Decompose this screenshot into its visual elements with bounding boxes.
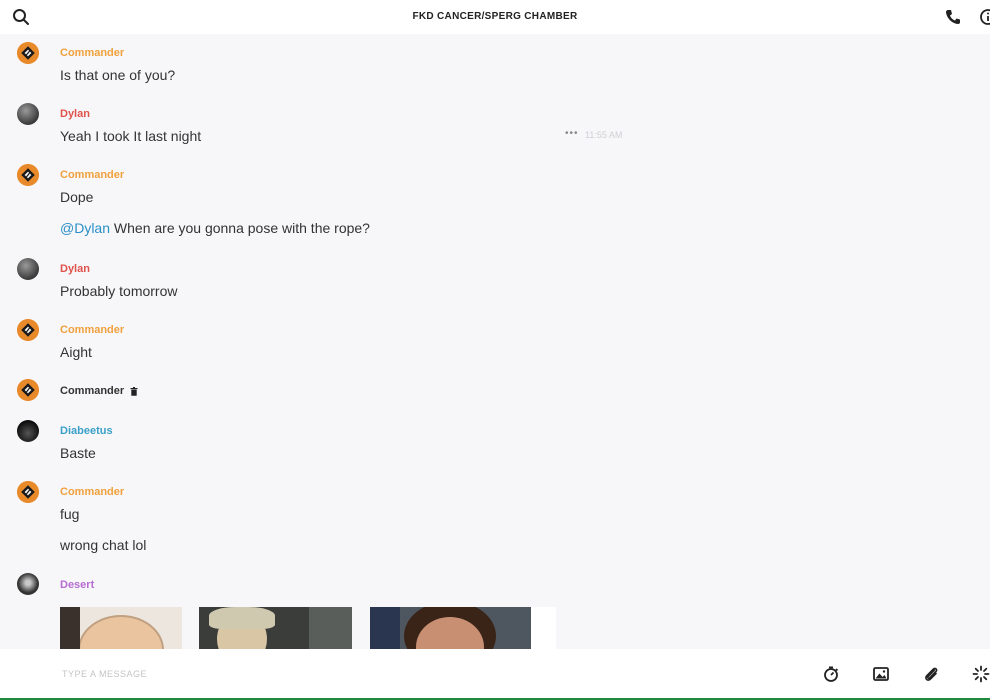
message-text: Yeah I took It last night	[60, 128, 202, 144]
avatar[interactable]	[17, 481, 39, 503]
message-text: fug	[60, 506, 80, 522]
mention-message-text: When are you gonna pose with the rope?	[110, 220, 370, 236]
message-text: wrong chat lol	[60, 537, 147, 553]
paperclip-icon[interactable]	[922, 665, 940, 683]
phone-icon[interactable]	[944, 8, 962, 26]
author-name[interactable]: Desert	[60, 579, 94, 591]
message-text: Aight	[60, 344, 92, 360]
image-icon[interactable]	[872, 665, 890, 683]
image-attachment[interactable]	[199, 607, 352, 649]
avatar[interactable]	[17, 379, 39, 401]
image-attachment[interactable]	[370, 607, 531, 649]
message-input[interactable]	[62, 663, 762, 685]
message-text: Is that one of you?	[60, 67, 176, 83]
message-composer	[0, 649, 990, 698]
user-mention[interactable]: @Dylan	[60, 220, 110, 236]
author-name[interactable]: Dylan	[60, 108, 90, 120]
image-attachment-edge	[531, 607, 556, 649]
timer-icon[interactable]	[822, 665, 840, 683]
message-more-button[interactable]: •••	[565, 128, 579, 139]
avatar[interactable]	[17, 42, 39, 64]
trash-icon	[130, 387, 138, 396]
author-name[interactable]: Dylan	[60, 263, 90, 275]
message-text: Dope	[60, 189, 94, 205]
avatar[interactable]	[17, 258, 39, 280]
avatar[interactable]	[17, 319, 39, 341]
avatar[interactable]	[17, 573, 39, 595]
sparkle-icon[interactable]	[972, 665, 990, 683]
author-name[interactable]: Commander	[60, 385, 124, 397]
avatar[interactable]	[17, 103, 39, 125]
image-attachment[interactable]	[60, 607, 182, 649]
message-text: Baste	[60, 445, 96, 461]
author-name[interactable]: Commander	[60, 324, 124, 336]
message-text: Probably tomorrow	[60, 283, 178, 299]
top-bar: FKD CANCER/SPERG CHAMBER	[0, 0, 990, 34]
author-name[interactable]: Commander	[60, 169, 124, 181]
avatar[interactable]	[17, 420, 39, 442]
chat-title: FKD CANCER/SPERG CHAMBER	[412, 11, 578, 22]
author-name[interactable]: Commander	[60, 486, 124, 498]
avatar[interactable]	[17, 164, 39, 186]
author-name[interactable]: Diabeetus	[60, 425, 113, 437]
message-text: @Dylan When are you gonna pose with the …	[60, 220, 370, 236]
message-list[interactable]: Commander Is that one of you? Dylan Yeah…	[0, 34, 990, 649]
message-timestamp: 11:55 AM	[585, 130, 623, 140]
info-icon[interactable]	[979, 8, 990, 26]
author-name[interactable]: Commander	[60, 47, 124, 59]
